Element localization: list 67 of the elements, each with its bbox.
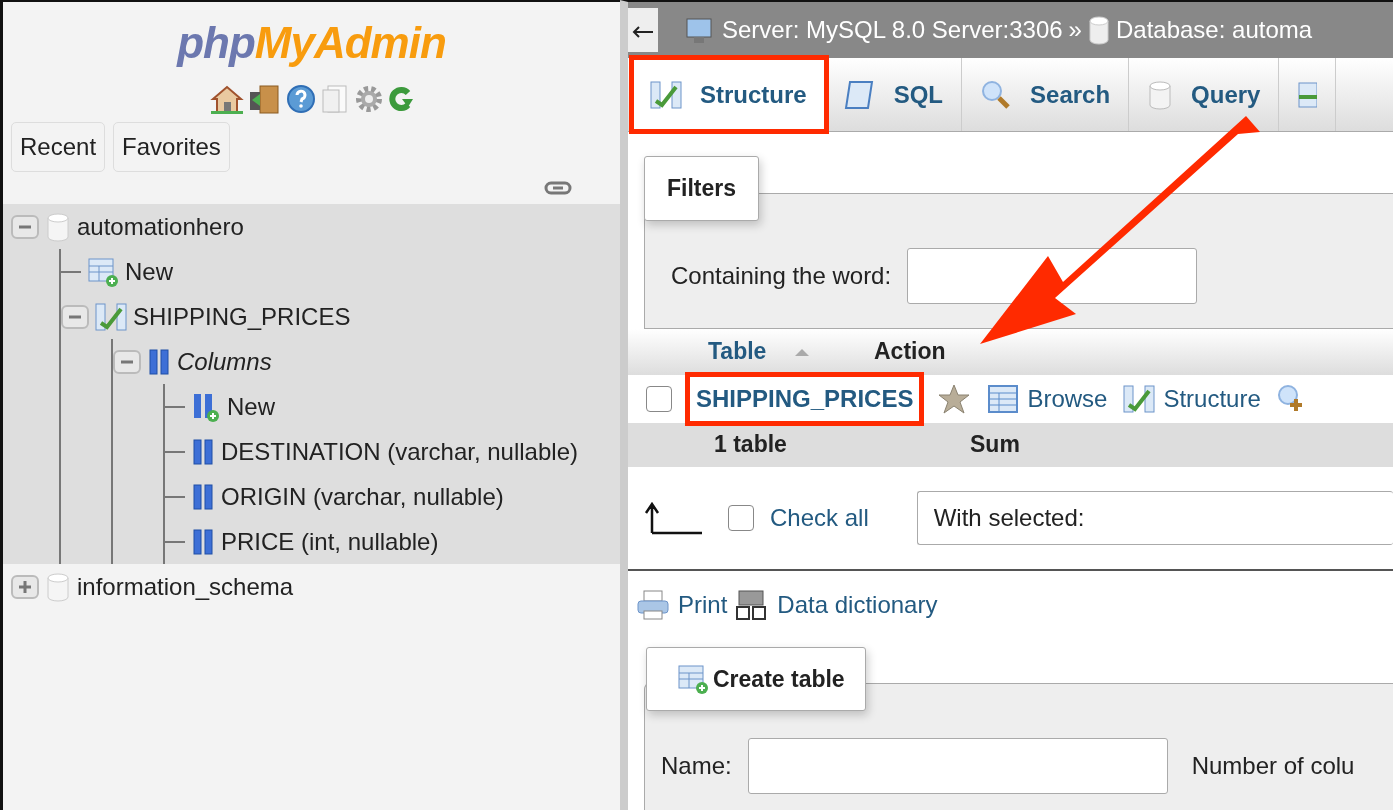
new-table-icon [677, 662, 709, 695]
help-icon[interactable] [285, 84, 316, 114]
dropdown[interactable]: With selected: [916, 490, 1393, 545]
field-label: Name: [661, 751, 732, 781]
filter-label: Containing the word: [671, 260, 892, 291]
columns-folder[interactable]: Columns [177, 343, 272, 380]
sidebar-tab-button[interactable]: Favorites [113, 122, 230, 172]
database-icon [1087, 15, 1110, 45]
table-count: 1 table [714, 430, 788, 460]
sum-label: Sum [970, 430, 1020, 460]
table-icon[interactable] [987, 382, 1020, 415]
plus-icon [18, 579, 32, 594]
row-checkbox[interactable] [646, 385, 672, 412]
back-button[interactable] [628, 8, 658, 52]
back-arrow-icon [632, 25, 654, 38]
link-icon[interactable] [544, 180, 572, 196]
checkbox[interactable] [728, 504, 754, 531]
table-structure-icon[interactable] [1123, 382, 1156, 415]
column-name[interactable]: PRICE (int, nullable) [221, 523, 439, 560]
new-table-icon [87, 255, 119, 288]
link[interactable]: Data dictionary [777, 586, 938, 623]
printer-icon[interactable] [636, 588, 670, 621]
breadcrumb-separator: » [1068, 15, 1082, 45]
collapse-toggle[interactable] [11, 214, 39, 239]
database-icon [45, 211, 71, 242]
reload-icon[interactable] [387, 84, 414, 114]
columns-icon [191, 481, 215, 512]
sort-ascending-icon[interactable] [794, 346, 810, 357]
column-header: Action [874, 337, 946, 367]
legend-title: Create table [713, 664, 845, 694]
collapse-toggle[interactable] [61, 304, 89, 329]
collapse-toggle[interactable] [113, 349, 141, 374]
column-name[interactable]: DESTINATION (varchar, nullable) [221, 433, 578, 470]
breadcrumb-link[interactable]: Database: automa [1115, 12, 1313, 48]
logo-text[interactable]: phpMyAdmin [3, 10, 620, 76]
columns-icon [147, 346, 171, 377]
settings-icon[interactable] [353, 84, 384, 114]
home-icon[interactable] [209, 84, 244, 114]
breadcrumb-link[interactable]: Server: MySQL 8.0 Server:3306 [722, 12, 1063, 48]
tab[interactable]: Structure [632, 58, 826, 131]
column-name[interactable]: ORIGIN (varchar, nullable) [221, 478, 504, 515]
star-icon[interactable] [937, 382, 972, 415]
columns-icon [191, 526, 215, 557]
database-icon [1147, 78, 1174, 111]
sidebar-tab-button[interactable]: Recent [11, 122, 106, 172]
table-structure-icon [650, 78, 682, 111]
tab[interactable]: SQL [825, 58, 963, 131]
action-link[interactable]: Structure [1163, 380, 1261, 417]
field-label: Number of colu [1191, 751, 1355, 781]
database-icon [45, 571, 71, 602]
action-link[interactable]: Browse [1027, 380, 1108, 417]
table-name-link[interactable]: SHIPPING_PRICES [688, 374, 922, 423]
new-item-link[interactable]: New [125, 253, 173, 290]
table-name[interactable]: SHIPPING_PRICES [133, 298, 351, 335]
new-item-link[interactable]: New [227, 388, 275, 425]
database-name[interactable]: automationhero [77, 208, 244, 245]
database-name[interactable]: information_schema [77, 568, 294, 605]
door-exit-icon[interactable] [247, 84, 282, 114]
check-all-link[interactable]: Check all [770, 499, 869, 536]
tab[interactable]: Search [962, 58, 1130, 131]
scroll-icon [843, 78, 876, 111]
filters-legend: Filters [644, 156, 760, 221]
expand-toggle[interactable] [11, 574, 39, 599]
arrow-up-icon [644, 500, 704, 535]
link[interactable]: Print [678, 586, 728, 623]
columns-icon [191, 436, 215, 467]
table-structure-icon [95, 300, 127, 333]
